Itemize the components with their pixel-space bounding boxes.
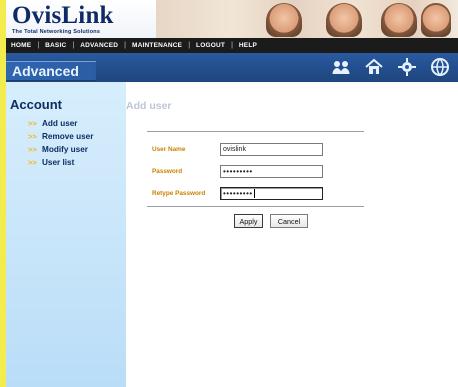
banner-photo [266, 3, 302, 37]
user-group-icon[interactable] [331, 57, 351, 77]
double-chevron-icon: >> [28, 132, 37, 141]
section-header-bar: Advanced [6, 53, 458, 82]
nav-advanced[interactable]: ADVANCED [75, 42, 123, 49]
section-title: Advanced [12, 63, 79, 79]
nav-maintenance[interactable]: MAINTENANCE [127, 42, 187, 49]
nav-help[interactable]: HELP [234, 42, 262, 49]
username-row: User Name ovislink [152, 141, 323, 158]
retype-password-value: ••••••••• [223, 189, 253, 198]
brand-tagline: The Total Networking Solutions [12, 29, 101, 35]
sidebar-item-remove-user[interactable]: >> Remove user [28, 130, 93, 143]
globe-icon[interactable] [430, 57, 450, 77]
sidebar-item-label: Remove user [42, 132, 94, 141]
logo-area[interactable]: OvisLink The Total Networking Solutions [6, 0, 156, 38]
banner-photo [326, 3, 362, 37]
retype-password-input[interactable]: ••••••••• [220, 187, 323, 200]
header-photo-banner [156, 0, 458, 38]
apply-button[interactable]: Apply [234, 214, 263, 228]
form-divider-bottom [147, 206, 364, 207]
header: OvisLink The Total Networking Solutions [6, 0, 458, 38]
double-chevron-icon: >> [28, 119, 37, 128]
page-title: Add user [126, 100, 172, 112]
sidebar-item-label: User list [42, 158, 75, 167]
double-chevron-icon: >> [28, 158, 37, 167]
nav-home[interactable]: HOME [6, 42, 36, 49]
main-content: Add user User Name ovislink Password •••… [126, 82, 458, 387]
top-navigation: HOME | BASIC | ADVANCED | MAINTENANCE | … [6, 38, 458, 53]
nav-logout[interactable]: LOGOUT [191, 42, 230, 49]
form-buttons: Apply Cancel [234, 214, 308, 228]
sidebar-item-add-user[interactable]: >> Add user [28, 117, 93, 130]
banner-photo [381, 3, 417, 37]
password-input[interactable]: ••••••••• [220, 165, 323, 178]
sidebar-title: Account [10, 97, 62, 112]
brand-logo[interactable]: OvisLink [12, 2, 114, 30]
retype-password-label: Retype Password [152, 190, 206, 197]
sidebar-item-label: Add user [42, 119, 78, 128]
password-label: Password [152, 168, 183, 175]
sidebar-item-user-list[interactable]: >> User list [28, 156, 93, 169]
password-row: Password ••••••••• [152, 163, 323, 180]
house-icon[interactable] [364, 57, 384, 77]
left-sidebar: Account >> Add user >> Remove user >> Mo… [6, 82, 126, 387]
form-divider-top [147, 131, 364, 132]
sidebar-item-modify-user[interactable]: >> Modify user [28, 143, 93, 156]
gear-icon[interactable] [397, 57, 417, 77]
sidebar-menu: >> Add user >> Remove user >> Modify use… [28, 117, 93, 169]
text-caret [253, 189, 255, 198]
username-label: User Name [152, 146, 186, 153]
page: OvisLink The Total Networking Solutions … [6, 0, 458, 387]
sidebar-item-label: Modify user [42, 145, 88, 154]
username-input[interactable]: ovislink [220, 143, 323, 156]
retype-password-row: Retype Password ••••••••• [152, 185, 323, 202]
double-chevron-icon: >> [28, 145, 37, 154]
cancel-button[interactable]: Cancel [270, 214, 308, 228]
banner-photo [421, 3, 451, 37]
quick-icons [331, 57, 450, 77]
nav-basic[interactable]: BASIC [40, 42, 71, 49]
